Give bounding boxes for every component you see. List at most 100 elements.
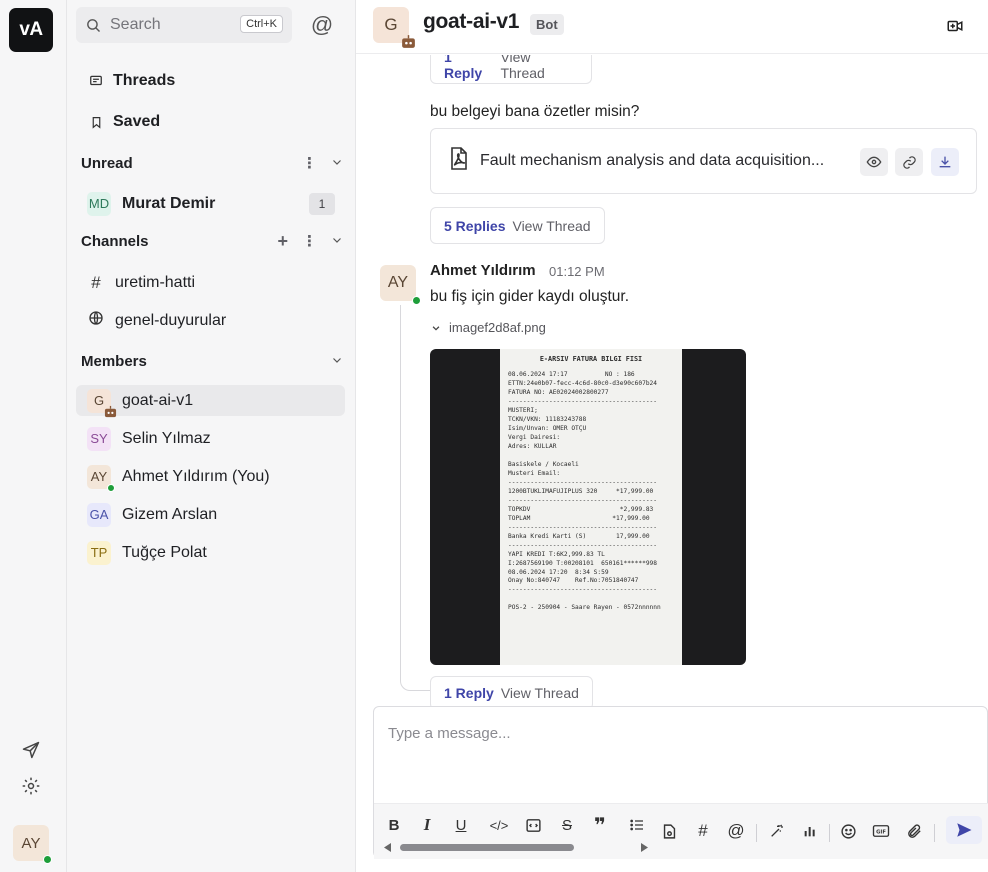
online-status-dot [412, 296, 421, 305]
search-placeholder: Search [110, 16, 161, 33]
code-block-icon[interactable] [522, 814, 544, 836]
thread-summary[interactable]: 1 Reply View Thread [430, 676, 593, 710]
receipt-lines: 08.06.2024 17:17 NO : 186 ETTN:24e0b07-fe… [508, 371, 674, 614]
app-rail: vA AY [0, 0, 67, 872]
message-author[interactable]: Ahmet Yıldırım [430, 262, 536, 279]
file-attachment[interactable]: Fault mechanism analysis and data acquis… [430, 128, 977, 194]
online-status-dot [43, 855, 52, 864]
globe-icon [87, 310, 105, 331]
toolbar-divider [934, 824, 935, 842]
magic-wand-icon[interactable] [766, 820, 788, 842]
user-avatar-initials: AY [21, 834, 41, 852]
sidebar-item-threads[interactable]: Threads [77, 65, 345, 97]
receipt-line [508, 595, 674, 604]
receipt-line: ---------------------------------------- [508, 478, 658, 486]
link-icon[interactable] [895, 148, 923, 176]
pdf-icon [451, 147, 467, 170]
code-icon[interactable]: </> [488, 814, 510, 836]
sidebar-item-label: Threads [113, 72, 176, 89]
bot-badge: Bot [530, 14, 564, 35]
gear-icon[interactable] [18, 773, 44, 799]
bold-icon[interactable]: B [383, 814, 405, 836]
member-name: Selin Yılmaz [122, 429, 211, 447]
section-title: Channels [81, 232, 149, 250]
unread-item-murat-demir[interactable]: MD Murat Demir 1 [76, 188, 345, 219]
receipt-line: YAPI KREDI T:6K2,999.83 TL [508, 550, 605, 558]
download-icon[interactable] [931, 148, 959, 176]
thread-summary[interactable]: 1 Reply View Thread [430, 55, 592, 84]
user-avatar[interactable]: AY [13, 825, 52, 864]
view-thread-link[interactable]: View Thread [500, 55, 578, 81]
workspace-logo[interactable]: vA [9, 8, 53, 52]
channel-item-genel-duyurular[interactable]: genel-duyurular [76, 305, 345, 336]
scroll-left-icon[interactable] [384, 843, 392, 852]
member-item-goat-ai-v1[interactable]: G goat-ai-v1 [76, 385, 345, 417]
toolbar-divider [829, 824, 830, 842]
mention-icon[interactable]: @ [725, 820, 747, 842]
section-title: Unread [81, 154, 133, 172]
reply-count: 1 Reply [444, 685, 494, 701]
search-input[interactable]: Search Ctrl+K [76, 7, 292, 43]
video-call-icon[interactable] [946, 17, 964, 35]
underline-icon[interactable]: U [450, 814, 472, 836]
member-item-ahmet-yildirim[interactable]: AY Ahmet Yıldırım (You) [76, 461, 345, 492]
receipt-line: Basiskele / Kocaeli [508, 460, 579, 468]
receipt-line: Banka Kredi Karti (S) 17,999.00 [508, 532, 650, 540]
receipt-image[interactable]: E-ARSIV FATURA BILGI FISI 08.06.2024 17:1… [430, 349, 746, 665]
gif-icon[interactable]: GIF [870, 820, 892, 842]
send-icon[interactable] [18, 737, 44, 763]
receipt-line: POS-2 - 250904 - Saare Rayen - 0572nnnnn… [508, 604, 661, 612]
more-options-icon[interactable]: ⋮ [302, 232, 317, 250]
hash-icon: # [91, 272, 101, 292]
view-thread-link[interactable]: View Thread [501, 685, 579, 701]
chevron-down-icon[interactable] [331, 155, 343, 172]
eye-icon[interactable] [860, 148, 888, 176]
quote-icon[interactable]: ❞ [589, 814, 611, 837]
toolbar-divider [756, 824, 757, 842]
scroll-thumb[interactable] [400, 844, 574, 851]
receipt-line: TCKN/VKN: 11183243788 [508, 415, 587, 423]
italic-icon[interactable]: I [416, 814, 438, 836]
more-options-icon[interactable]: ⋮ [302, 154, 317, 172]
unread-item-name: Murat Demir [122, 194, 216, 212]
receipt-title: E-ARSIV FATURA BILGI FISI [539, 355, 643, 363]
member-item-selin-yilmaz[interactable]: SY Selin Yılmaz [76, 423, 345, 454]
avatar: MD [87, 191, 111, 216]
avatar: GA [87, 502, 111, 527]
file-settings-icon[interactable] [658, 820, 680, 842]
mentions-icon[interactable]: @ [309, 12, 335, 38]
emoji-icon[interactable] [837, 820, 859, 842]
send-button[interactable] [946, 816, 982, 844]
chart-icon[interactable] [799, 820, 821, 842]
member-name: Gizem Arslan [122, 505, 218, 523]
strikethrough-icon[interactable]: S [556, 814, 578, 836]
scroll-right-icon[interactable] [640, 843, 648, 852]
attachment-icon[interactable] [903, 820, 925, 842]
view-thread-link[interactable]: View Thread [512, 218, 590, 234]
receipt-line: 1200BTUKLIMAFUJIPLUS 320 *17,999.00 [508, 487, 654, 495]
thread-icon [88, 73, 104, 89]
receipt-line: ---------------------------------------- [508, 496, 658, 504]
receipt-line: ---------------------------------------- [508, 541, 658, 549]
message-input[interactable]: Type a message... [388, 725, 511, 742]
chevron-down-icon[interactable] [331, 233, 343, 250]
section-members: Members [81, 350, 343, 372]
channel-item-uretim-hatti[interactable]: # uretim-hatti [76, 267, 345, 298]
message-avatar[interactable]: AY [380, 265, 421, 305]
thread-summary[interactable]: 5 Replies View Thread [430, 207, 605, 244]
member-item-tugce-polat[interactable]: TP Tuğçe Polat [76, 537, 345, 568]
toolbar-scrollbar[interactable] [384, 842, 654, 852]
chevron-down-icon[interactable] [331, 353, 343, 370]
receipt-line [508, 452, 674, 461]
add-channel-icon[interactable]: + [277, 231, 288, 252]
channel-name: uretim-hatti [115, 273, 196, 291]
member-item-gizem-arslan[interactable]: GA Gizem Arslan [76, 499, 345, 530]
section-unread: Unread ⋮ [81, 152, 343, 174]
attachment-toggle[interactable]: imagef2d8af.png [431, 320, 546, 335]
channel-mention-icon[interactable]: # [692, 820, 714, 842]
thread-connector [400, 305, 430, 691]
message-timestamp: 01:12 PM [549, 264, 605, 279]
sidebar-item-saved[interactable]: Saved [77, 106, 345, 138]
message-composer[interactable]: Type a message... B I U </> S ❞ # @ GIF [373, 706, 988, 859]
list-icon[interactable] [626, 814, 648, 836]
